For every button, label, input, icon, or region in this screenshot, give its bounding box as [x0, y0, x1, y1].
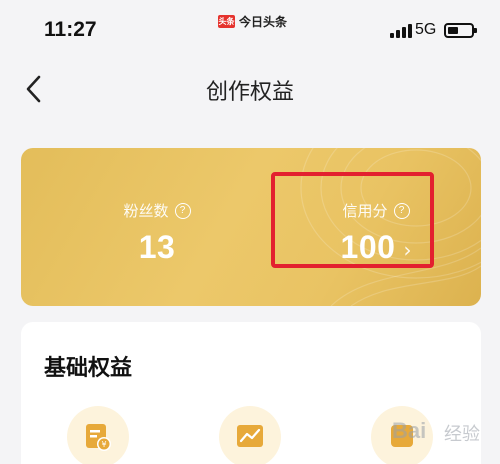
credit-score: 100 — [340, 229, 396, 265]
credit-score-button[interactable]: 信用分 ? 100 › — [296, 200, 456, 266]
network-label: 5G — [415, 21, 437, 38]
question-circle-icon[interactable]: ? — [174, 202, 191, 219]
fans-stat: 粉丝数 ? 13 — [77, 200, 237, 266]
fans-count: 13 — [138, 229, 176, 265]
fans-label: 粉丝数 — [123, 202, 169, 220]
rights-card: 粉丝数 ? 13 信用分 ? 100 › — [21, 148, 481, 306]
section-title: 基础权益 — [44, 356, 133, 381]
credit-label: 信用分 — [342, 202, 388, 220]
yuan-document-icon[interactable]: ¥ — [67, 406, 129, 464]
question-circle-icon[interactable]: ? — [393, 202, 410, 219]
watermark: Bai 经验 — [392, 406, 492, 452]
page-title: 创作权益 — [205, 80, 294, 105]
status-bar: 11:27 头条 今日头条 5G — [0, 0, 500, 60]
chevron-right-icon: › — [403, 237, 412, 262]
battery-icon — [444, 23, 477, 38]
watermark-cn: 经验 — [444, 424, 480, 445]
signal-icon — [390, 24, 412, 38]
svg-text:¥: ¥ — [101, 440, 106, 449]
line-chart-icon[interactable] — [219, 406, 281, 464]
app-badge: 头条 今日头条 — [218, 13, 287, 30]
app-name: 今日头条 — [239, 15, 288, 29]
watermark-latin: Bai — [392, 418, 427, 443]
status-time: 11:27 — [44, 18, 97, 41]
app-logo-icon: 头条 — [218, 15, 235, 28]
